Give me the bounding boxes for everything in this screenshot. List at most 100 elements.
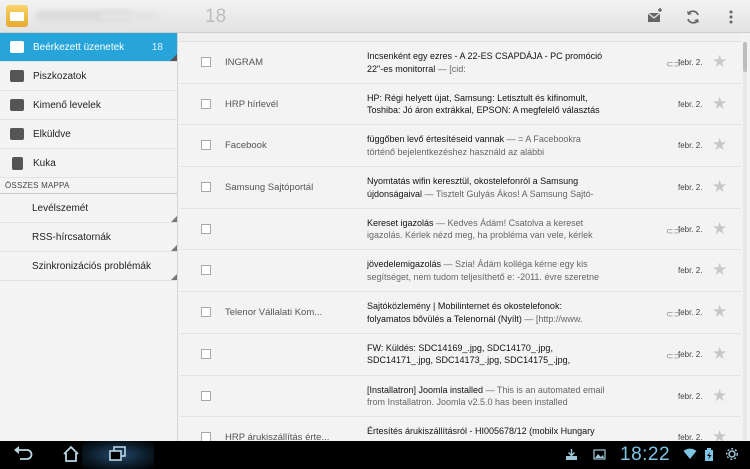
message-preview: függőben levő értesítéseid vannak — = A … bbox=[367, 133, 607, 159]
refresh-icon[interactable] bbox=[684, 8, 702, 26]
folder-label: Elküldve bbox=[33, 128, 71, 140]
folder-sidebar: Beérkezett üzenetek 18 Piszkozatok Kimen… bbox=[0, 33, 178, 441]
message-preview: FW: Küldés: SDC14169_.jpg, SDC14170_.jpg… bbox=[367, 342, 607, 368]
star-icon[interactable]: ★ bbox=[712, 386, 727, 406]
select-checkbox[interactable] bbox=[201, 390, 211, 401]
message-row[interactable]: HRP hírlevél HP: Régi helyett újat, Samsu… bbox=[179, 83, 741, 126]
folder-trash[interactable]: Kuka bbox=[0, 149, 177, 178]
list-top-edge bbox=[179, 33, 741, 42]
message-snippet: — [http://www. bbox=[521, 313, 583, 324]
scrollbar-thumb[interactable] bbox=[743, 42, 747, 72]
star-icon[interactable]: ★ bbox=[712, 52, 727, 72]
message-row[interactable]: HRP árukiszállítás érte... Értesítés áruk… bbox=[179, 417, 741, 441]
all-folders-header: ÖSSZES MAPPA bbox=[0, 178, 177, 194]
message-preview: Értesítés árukiszállításról - HI005678/1… bbox=[367, 425, 607, 441]
select-checkbox[interactable] bbox=[201, 98, 211, 109]
message-date: febr. 2. bbox=[678, 141, 703, 151]
star-icon[interactable]: ★ bbox=[712, 427, 727, 441]
message-preview: jövedelemigazolás — Szia! Ádám kolléga k… bbox=[367, 258, 607, 284]
folder-inbox[interactable]: Beérkezett üzenetek 18 bbox=[0, 33, 177, 62]
message-subject: Incsenként egy ezres - A 22-ES CSAPDÁJA … bbox=[367, 51, 603, 74]
message-subject: HP: Régi helyett újat, Samsung: Letisztu… bbox=[367, 92, 600, 116]
select-checkbox[interactable] bbox=[201, 223, 211, 234]
message-row[interactable]: Telenor Vállalati Kom... Sajtóközlemény |… bbox=[179, 292, 741, 334]
attachment-icon: ⊂⊃ bbox=[666, 350, 682, 361]
account-address-redacted bbox=[100, 12, 160, 20]
attachment-icon: ⊂⊃ bbox=[666, 225, 682, 236]
message-sender: Telenor Vállalati Kom... bbox=[225, 307, 323, 319]
message-date: febr. 2. bbox=[678, 183, 703, 193]
select-checkbox[interactable] bbox=[201, 140, 211, 151]
message-row[interactable]: Kereset igazolás — Kedves Ádám! Csatolva… bbox=[179, 208, 741, 251]
message-subject: Kereset igazolás bbox=[367, 217, 434, 228]
message-row[interactable]: FW: Küldés: SDC14169_.jpg, SDC14170_.jpg… bbox=[179, 333, 741, 376]
message-row[interactable]: Samsung Sajtóportál Nyomtatás wifin keres… bbox=[179, 167, 741, 209]
select-checkbox[interactable] bbox=[201, 57, 211, 67]
message-sender: INGRAM bbox=[225, 57, 263, 68]
star-icon[interactable]: ★ bbox=[712, 260, 727, 280]
star-icon[interactable]: ★ bbox=[712, 177, 727, 197]
inbox-icon bbox=[10, 41, 24, 53]
folder-sent[interactable]: Elküldve bbox=[0, 120, 177, 149]
attachment-icon: ⊂⊃ bbox=[666, 309, 682, 320]
message-date: febr. 2. bbox=[678, 349, 703, 359]
scrollbar[interactable] bbox=[743, 42, 747, 440]
notification-settings-icon[interactable] bbox=[725, 447, 739, 463]
star-icon[interactable]: ★ bbox=[712, 219, 727, 239]
email-app-icon[interactable] bbox=[6, 5, 28, 27]
star-icon[interactable]: ★ bbox=[712, 135, 727, 155]
star-icon[interactable]: ★ bbox=[712, 344, 727, 364]
folder-outbox[interactable]: Kimenő levelek bbox=[0, 91, 177, 120]
drafts-icon bbox=[10, 70, 24, 82]
select-checkbox[interactable] bbox=[201, 265, 211, 276]
folder-rss-feeds[interactable]: RSS-hírcsatornák bbox=[0, 223, 177, 252]
wifi-icon bbox=[683, 448, 697, 463]
download-icon[interactable] bbox=[565, 448, 578, 464]
home-icon[interactable] bbox=[58, 445, 84, 465]
message-row[interactable]: jövedelemigazolás — Szia! Ádám kolléga k… bbox=[179, 250, 741, 293]
star-icon[interactable]: ★ bbox=[712, 302, 727, 322]
select-checkbox[interactable] bbox=[201, 432, 211, 441]
message-subject: [Installatron] Joomla installed bbox=[367, 384, 484, 395]
unread-count: 18 bbox=[205, 6, 227, 27]
message-preview: Kereset igazolás — Kedves Ádám! Csatolva… bbox=[367, 217, 607, 243]
gallery-icon[interactable] bbox=[593, 448, 606, 464]
trash-icon bbox=[12, 156, 23, 170]
battery-icon bbox=[704, 448, 716, 465]
message-snippet: — Tisztelt Gulyás Ákos! A Samsung Sajtó- bbox=[422, 188, 594, 199]
message-list[interactable]: INGRAM Incsenként egy ezres - A 22-ES CSA… bbox=[179, 33, 741, 441]
message-preview: Sajtóközlemény | Mobilinternet és okoste… bbox=[367, 300, 607, 326]
status-clock: 18:22 bbox=[620, 444, 671, 465]
message-sender: HRP hírlevél bbox=[225, 98, 279, 110]
folder-label: Kimenő levelek bbox=[33, 99, 101, 111]
message-subject: FW: Küldés: SDC14169_.jpg, SDC14170_.jpg… bbox=[367, 342, 571, 366]
folder-label: Beérkezett üzenetek bbox=[33, 41, 125, 53]
folder-unread-count: 18 bbox=[151, 42, 163, 53]
action-bar: 18 bbox=[0, 0, 750, 33]
message-row[interactable]: Facebook függőben levő értesítéseid vann… bbox=[179, 125, 741, 168]
compose-icon[interactable] bbox=[646, 8, 664, 26]
sent-icon bbox=[10, 128, 24, 140]
message-date: febr. 2. bbox=[678, 58, 703, 67]
message-sender: HRP árukiszállítás érte... bbox=[225, 432, 330, 441]
message-preview: Nyomtatás wifin keresztül, okostelefonró… bbox=[367, 175, 607, 201]
back-icon[interactable] bbox=[10, 445, 36, 465]
message-date: febr. 2. bbox=[678, 99, 703, 109]
message-sender: Facebook bbox=[225, 140, 267, 152]
recent-apps-icon[interactable] bbox=[105, 445, 131, 465]
message-preview: HP: Régi helyett újat, Samsung: Letisztu… bbox=[367, 92, 607, 118]
message-preview: Incsenként egy ezres - A 22-ES CSAPDÁJA … bbox=[367, 50, 607, 76]
message-row[interactable]: INGRAM Incsenként egy ezres - A 22-ES CSA… bbox=[179, 42, 741, 84]
folder-spam[interactable]: Levélszemét bbox=[0, 194, 177, 223]
overflow-menu-icon[interactable] bbox=[722, 8, 740, 26]
select-checkbox[interactable] bbox=[201, 307, 211, 318]
message-row[interactable]: [Installatron] Joomla installed — This i… bbox=[179, 375, 741, 418]
select-checkbox[interactable] bbox=[201, 348, 211, 359]
message-date: febr. 2. bbox=[678, 433, 703, 441]
message-date: febr. 2. bbox=[678, 266, 703, 276]
folder-sync-problems[interactable]: Szinkronizációs problémák bbox=[0, 252, 177, 281]
star-icon[interactable]: ★ bbox=[712, 94, 727, 114]
message-date: febr. 2. bbox=[678, 308, 703, 318]
select-checkbox[interactable] bbox=[201, 182, 211, 193]
folder-drafts[interactable]: Piszkozatok bbox=[0, 62, 177, 91]
